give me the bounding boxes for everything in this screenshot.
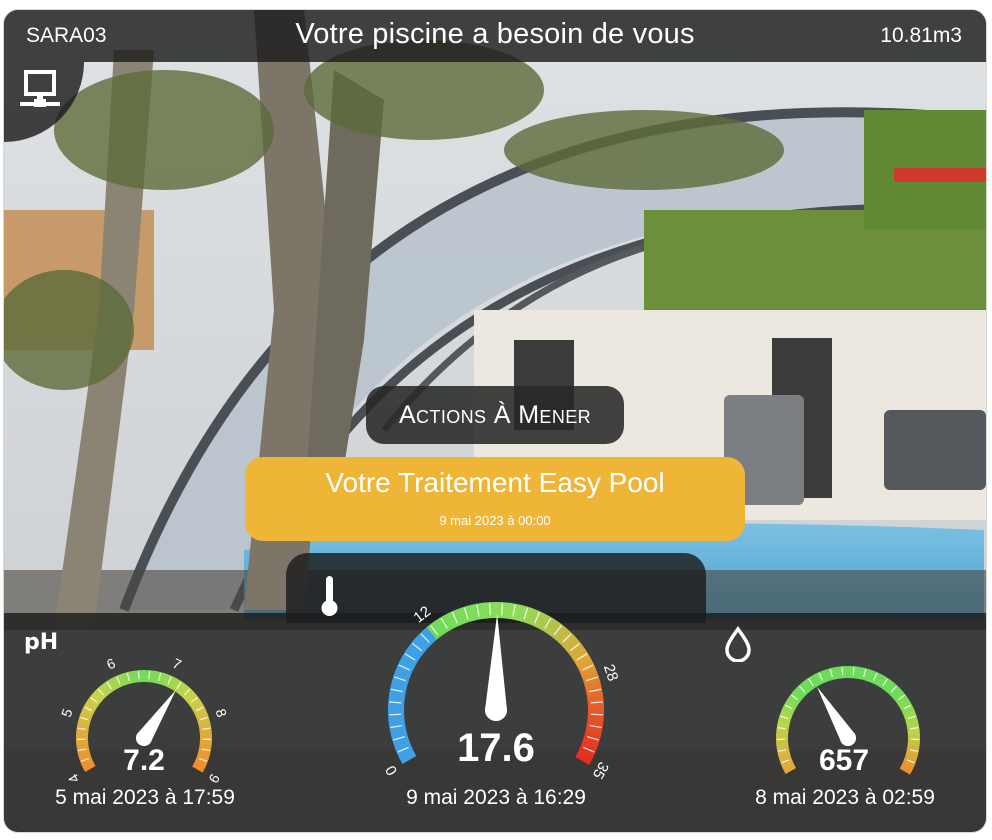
orp-arc-segment <box>823 668 833 682</box>
ph-arc-segment <box>185 692 199 705</box>
orp-tick <box>852 667 855 676</box>
orp-arc-segment <box>833 666 841 680</box>
orp-arc-segment <box>864 668 874 682</box>
orp-arc-segment <box>785 697 799 709</box>
orp-arc-segment <box>897 697 911 709</box>
treatment-date: 9 mai 2023 à 00:00 <box>439 513 551 528</box>
ph-arc-segment <box>107 677 119 691</box>
orp-value: 657 <box>818 744 870 777</box>
ph-arc-segment <box>199 726 212 733</box>
ph-arc-segment <box>116 673 126 687</box>
ph-arc-segment <box>190 699 204 711</box>
ph-arc-segment <box>90 691 103 704</box>
temperature-tick-label: 28 <box>600 662 621 683</box>
temperature-tick <box>501 603 503 616</box>
orp-arc-segment <box>809 674 821 688</box>
temperature-needle-hub <box>485 699 507 721</box>
orp-arc-segment <box>818 670 829 684</box>
ph-arc-segment <box>79 711 93 721</box>
pool-volume: 10.81m3 <box>880 24 962 47</box>
ph-arc-segment <box>198 721 212 729</box>
temperature-tick <box>389 713 402 716</box>
ph-arc-segment <box>125 671 133 685</box>
temperature-value: 17.6 <box>457 726 535 770</box>
ph-arc-segment <box>197 716 211 726</box>
ph-tick-label: 6 <box>104 655 118 673</box>
ph-arc-segment <box>120 672 130 686</box>
orp-arc-segment <box>905 715 919 725</box>
ph-arc-segment <box>170 677 181 691</box>
pool-card: SARA03 Votre piscine a besoin de vous 10… <box>4 10 986 832</box>
ph-arc-segment <box>77 720 90 729</box>
orp-arc-segment <box>907 725 920 733</box>
ph-arc-segment <box>85 699 98 711</box>
orp-date: 8 mai 2023 à 02:59 <box>755 786 935 809</box>
network-icon <box>20 70 60 107</box>
ph-date: 5 mai 2023 à 17:59 <box>55 786 235 809</box>
ph-arc-segment <box>194 708 208 718</box>
treatment-button[interactable]: Votre Traitement Easy Pool 9 mai 2023 à … <box>245 457 745 541</box>
ph-arc-segment <box>151 670 159 684</box>
temperature-date: 9 mai 2023 à 16:29 <box>406 786 586 809</box>
temperature-tick <box>590 713 603 716</box>
ph-tick <box>137 671 140 680</box>
orp-arc-segment <box>856 666 864 680</box>
ph-tick-label: 5 <box>58 707 76 720</box>
orp-arc-segment <box>777 719 790 728</box>
orp-arc-segment <box>901 706 916 717</box>
temperature-tick-label: 12 <box>410 603 434 627</box>
orp-arc-segment <box>889 686 903 699</box>
ph-arc-segment <box>80 707 94 718</box>
treatment-title: Votre Traitement Easy Pool <box>325 467 665 498</box>
ph-tick <box>148 671 151 680</box>
top-bar: SARA03 Votre piscine a besoin de vous 10… <box>4 10 986 62</box>
orp-arc-segment <box>883 679 895 693</box>
ph-tick-label: 7 <box>170 655 184 673</box>
actions-button[interactable]: Actions À Mener <box>366 386 624 444</box>
page-title: Votre piscine a besoin de vous <box>295 18 695 50</box>
orp-arc-segment <box>781 705 795 716</box>
ph-arc-segment <box>166 675 177 689</box>
orp-arc-segment <box>779 710 793 720</box>
ph-arc-segment <box>100 682 112 696</box>
orp-arc-segment <box>892 689 906 702</box>
temperature-tick <box>489 603 491 616</box>
orp-arc-segment <box>801 679 814 693</box>
thermometer-icon <box>321 576 338 616</box>
ph-value: 7.2 <box>123 744 165 777</box>
orp-arc-segment <box>828 667 837 681</box>
orp-arc-segment <box>837 666 845 679</box>
ph-arc-segment <box>182 689 196 702</box>
orp-arc-segment <box>794 685 807 698</box>
ph-arc-segment <box>159 672 168 686</box>
ph-arc-segment <box>129 670 137 684</box>
ph-arc-segment <box>176 682 189 696</box>
orp-tick <box>841 667 844 676</box>
orp-arc-segment <box>872 672 883 686</box>
orp-arc-segment <box>791 689 804 702</box>
orp-arc-segment <box>906 720 920 729</box>
ph-tick-label: 8 <box>213 707 231 720</box>
ph-arc-segment <box>93 688 106 701</box>
orp-arc-segment <box>876 674 887 688</box>
